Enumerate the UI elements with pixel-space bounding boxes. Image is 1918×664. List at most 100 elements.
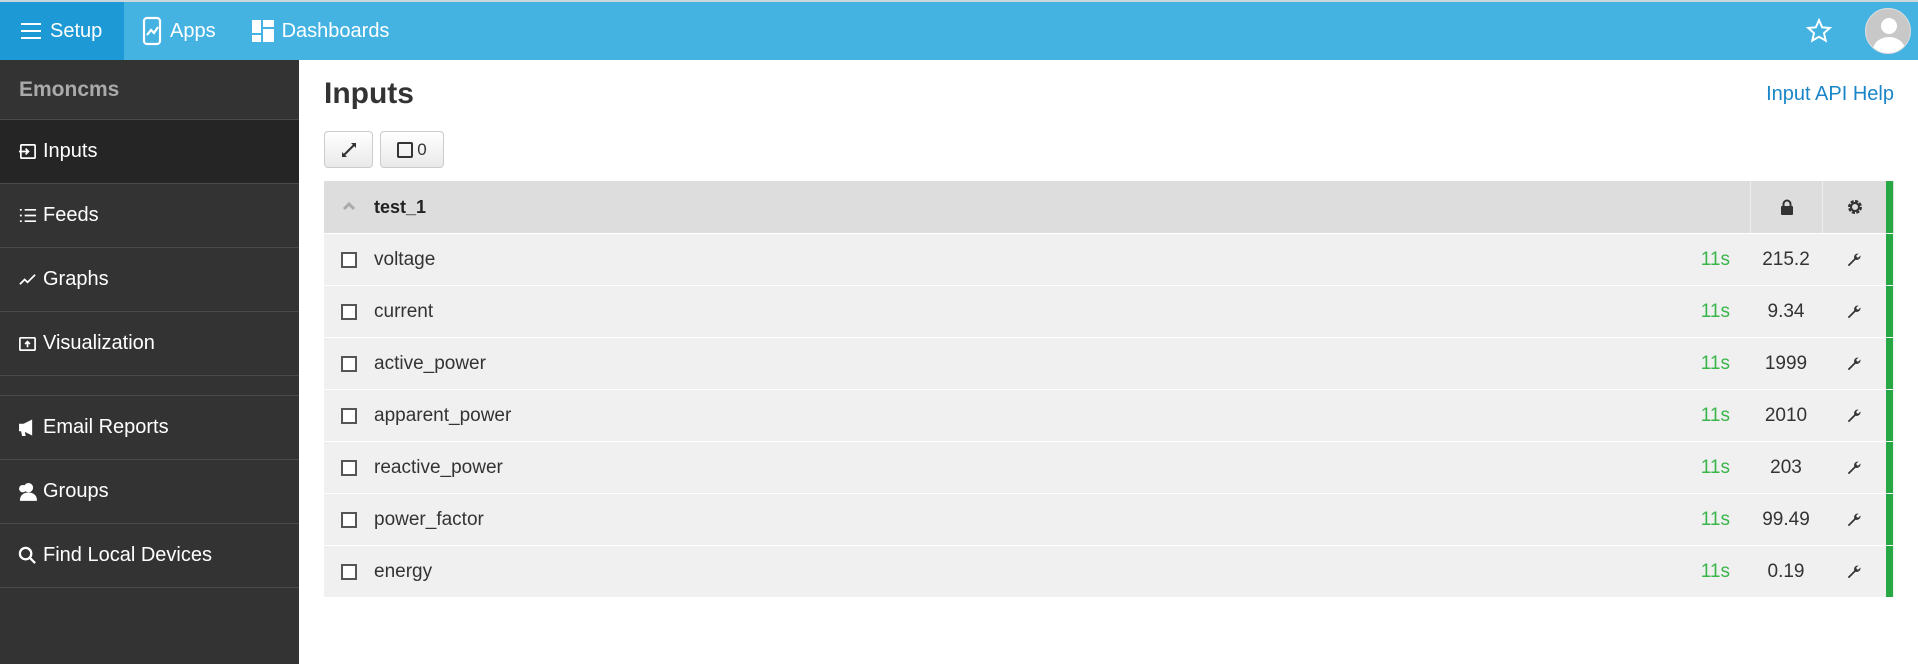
input-status-bar bbox=[1886, 390, 1893, 441]
sidebar-item-graphs[interactable]: Graphs bbox=[0, 248, 299, 312]
brand-label: Emoncms bbox=[0, 60, 299, 120]
input-status-bar bbox=[1886, 442, 1893, 493]
input-status-bar bbox=[1886, 546, 1893, 597]
input-value: 99.49 bbox=[1762, 508, 1810, 530]
input-name: active_power bbox=[374, 352, 486, 374]
input-value: 203 bbox=[1770, 456, 1802, 478]
input-checkbox[interactable] bbox=[341, 407, 357, 424]
input-checkbox[interactable] bbox=[341, 355, 357, 372]
input-checkbox[interactable] bbox=[341, 511, 357, 528]
input-status-bar bbox=[1886, 494, 1893, 545]
input-row[interactable]: apparent_power 11s 2010 bbox=[324, 389, 1894, 441]
checkbox-icon bbox=[397, 141, 414, 158]
input-last-updated: 11s bbox=[1700, 352, 1730, 374]
input-last-updated: 11s bbox=[1700, 508, 1730, 530]
input-value: 9.34 bbox=[1767, 300, 1805, 322]
graph-icon bbox=[19, 274, 36, 285]
gear-icon[interactable] bbox=[1822, 181, 1886, 233]
toolbar: 0 bbox=[324, 131, 444, 168]
sidebar-item-feeds[interactable]: Feeds bbox=[0, 184, 299, 248]
inputs-table: test_1 voltage 11s 215.2 current 11s 9.3… bbox=[324, 181, 1894, 597]
sidebar-item-label: Inputs bbox=[43, 140, 98, 162]
sidebar-item-label: Groups bbox=[43, 480, 109, 502]
input-row[interactable]: voltage 11s 215.2 bbox=[324, 233, 1894, 285]
input-row[interactable]: active_power 11s 1999 bbox=[324, 337, 1894, 389]
sidebar-item-visualization[interactable]: Visualization bbox=[0, 312, 299, 376]
wrench-icon[interactable] bbox=[1822, 356, 1886, 372]
page-title: Inputs bbox=[324, 77, 414, 110]
user-avatar-icon[interactable] bbox=[1865, 8, 1911, 54]
sidebar-divider bbox=[0, 376, 299, 396]
search-icon bbox=[18, 546, 36, 564]
input-name: voltage bbox=[374, 248, 436, 270]
sidebar-item-label: Find Local Devices bbox=[43, 544, 212, 566]
nav-setup[interactable]: Setup bbox=[0, 2, 124, 60]
input-row[interactable]: reactive_power 11s 203 bbox=[324, 441, 1894, 493]
input-row[interactable]: current 11s 9.34 bbox=[324, 285, 1894, 337]
input-value: 2010 bbox=[1764, 404, 1808, 426]
wrench-icon[interactable] bbox=[1822, 252, 1886, 268]
input-name: energy bbox=[374, 560, 433, 582]
wrench-icon[interactable] bbox=[1822, 304, 1886, 320]
input-status-bar bbox=[1886, 338, 1893, 389]
input-status-bar bbox=[1886, 234, 1893, 285]
wrench-icon[interactable] bbox=[1822, 564, 1886, 580]
input-last-updated: 11s bbox=[1700, 456, 1730, 478]
groups-icon bbox=[19, 483, 37, 501]
sidebar-item-label: Email Reports bbox=[43, 416, 169, 438]
input-name: power_factor bbox=[374, 508, 484, 530]
input-name: apparent_power bbox=[374, 404, 512, 426]
sidebar-item-label: Graphs bbox=[43, 268, 109, 290]
input-row[interactable]: energy 11s 0.19 bbox=[324, 545, 1894, 597]
lock-icon[interactable] bbox=[1750, 181, 1822, 233]
sidebar-item-find-local-devices[interactable]: Find Local Devices bbox=[0, 524, 299, 588]
input-value: 1999 bbox=[1764, 352, 1808, 374]
wrench-icon[interactable] bbox=[1822, 460, 1886, 476]
mobile-chart-icon bbox=[142, 16, 162, 46]
input-checkbox[interactable] bbox=[341, 303, 357, 320]
expand-icon bbox=[341, 142, 356, 157]
input-checkbox[interactable] bbox=[341, 459, 357, 476]
input-api-help-link[interactable]: Input API Help bbox=[1766, 83, 1894, 106]
expand-collapse-button[interactable] bbox=[324, 131, 373, 168]
menu-icon bbox=[21, 23, 41, 39]
input-value: 0.19 bbox=[1767, 560, 1805, 582]
input-name: current bbox=[374, 300, 434, 322]
group-name: test_1 bbox=[374, 196, 427, 217]
list-icon bbox=[19, 208, 37, 223]
nav-apps[interactable]: Apps bbox=[124, 2, 234, 60]
nav-dashboards[interactable]: Dashboards bbox=[234, 2, 408, 60]
megaphone-icon bbox=[19, 419, 33, 436]
nav-apps-label: Apps bbox=[170, 19, 216, 42]
input-last-updated: 11s bbox=[1700, 560, 1730, 582]
sidebar-item-label: Visualization bbox=[43, 332, 155, 354]
sidebar-item-label: Feeds bbox=[43, 204, 99, 226]
input-icon bbox=[18, 143, 36, 160]
nav-setup-label: Setup bbox=[50, 19, 103, 42]
group-header[interactable]: test_1 bbox=[324, 181, 1894, 233]
top-navbar: Setup Apps Dashboards bbox=[0, 0, 1918, 60]
visualization-icon bbox=[19, 336, 36, 352]
input-value: 215.2 bbox=[1762, 248, 1810, 270]
sidebar-item-email-reports[interactable]: Email Reports bbox=[0, 396, 299, 460]
input-row[interactable]: power_factor 11s 99.49 bbox=[324, 493, 1894, 545]
wrench-icon[interactable] bbox=[1822, 512, 1886, 528]
input-last-updated: 11s bbox=[1700, 300, 1730, 322]
sidebar-item-inputs[interactable]: Inputs bbox=[0, 120, 299, 184]
wrench-icon[interactable] bbox=[1822, 408, 1886, 424]
group-status-bar bbox=[1886, 181, 1893, 233]
nav-dashboards-label: Dashboards bbox=[281, 19, 390, 42]
sidebar: Emoncms Inputs Feeds Graphs Visualizatio… bbox=[0, 60, 299, 664]
sidebar-item-groups[interactable]: Groups bbox=[0, 460, 299, 524]
chevron-up-icon[interactable] bbox=[324, 198, 374, 216]
input-last-updated: 11s bbox=[1700, 248, 1730, 270]
input-name: reactive_power bbox=[374, 456, 503, 478]
input-checkbox[interactable] bbox=[341, 251, 357, 268]
input-status-bar bbox=[1886, 286, 1893, 337]
input-last-updated: 11s bbox=[1700, 404, 1730, 426]
select-all-button[interactable]: 0 bbox=[380, 131, 444, 168]
input-checkbox[interactable] bbox=[341, 563, 357, 580]
star-icon[interactable] bbox=[1806, 18, 1832, 44]
selected-count: 0 bbox=[417, 139, 427, 159]
dashboard-icon bbox=[251, 20, 274, 42]
